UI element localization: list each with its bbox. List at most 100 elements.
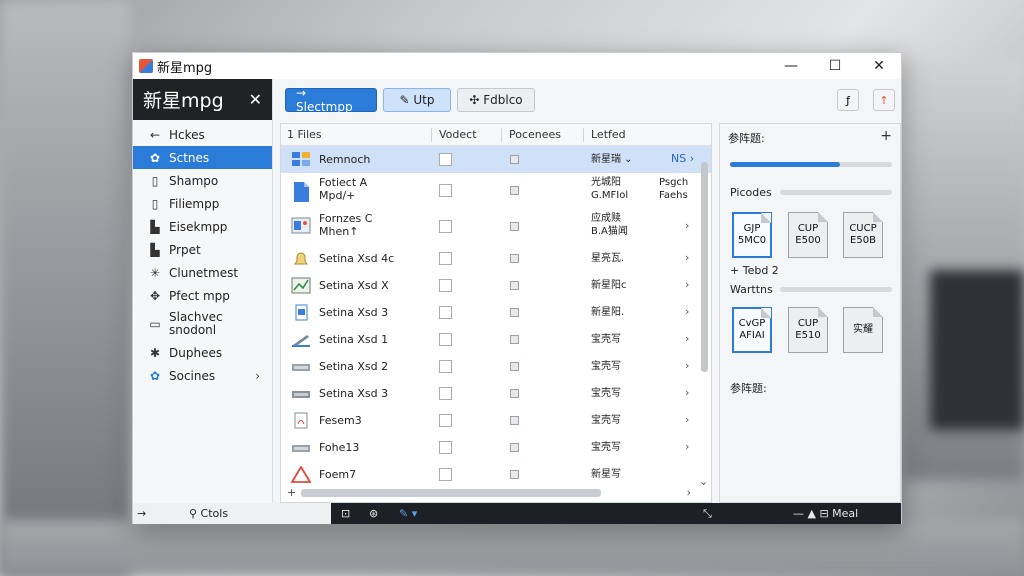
maximize-button[interactable]: ☐ (813, 53, 857, 79)
close-window-button[interactable]: ✕ (857, 53, 901, 79)
column-header-pocenees[interactable]: Pocenees (509, 128, 561, 141)
table-row[interactable]: Setina Xsd 4c 星亮瓦. › (281, 245, 711, 272)
sidebar-item-socines[interactable]: ✿ Socines › (133, 364, 272, 387)
forward-arrow-icon[interactable]: → (137, 507, 146, 520)
column-header-vodect[interactable]: Vodect (439, 128, 477, 141)
table-row[interactable]: Setina Xsd 2 宝壳写 › (281, 353, 711, 380)
row-checkbox[interactable] (439, 360, 452, 373)
row-expand[interactable]: NS › (671, 152, 694, 165)
thumbnail-label-line2: AFIAI (739, 330, 765, 341)
upload-icon[interactable]: ↑ (873, 89, 895, 111)
file-thumbnail-selected[interactable]: CvGP AFIAI (732, 307, 772, 353)
row-toggle[interactable] (510, 186, 519, 195)
resize-icon[interactable]: ⤡ (703, 507, 712, 521)
sidebar-item-clunetmest[interactable]: ✳ Clunetmest (133, 261, 272, 284)
sidebar-item-slachvec[interactable]: ▭ Slachvec snodonl (133, 307, 272, 341)
row-toggle[interactable] (510, 222, 519, 231)
chevron-right-icon[interactable]: › (255, 369, 260, 383)
row-toggle[interactable] (510, 416, 519, 425)
table-row[interactable]: Setina Xsd 3 宝壳写 › (281, 380, 711, 407)
row-toggle[interactable] (510, 281, 519, 290)
sidebar-item-prpet[interactable]: ▙ Prpet (133, 238, 272, 261)
table-row[interactable]: Fotiect A Mpd/+ 光城阳 G.MFIol Psgch Faehs (281, 173, 711, 209)
sidebar-close-icon[interactable]: ✕ (249, 90, 262, 109)
chevron-right-icon[interactable]: › (685, 305, 689, 318)
row-checkbox[interactable] (439, 468, 452, 481)
sidebar-item-scenes[interactable]: ✿ Sctnes (133, 146, 272, 169)
table-row[interactable]: Fohe13 宝壳写 › (281, 434, 711, 461)
row-toggle[interactable] (510, 470, 519, 479)
sidebar-item-eisekmpp[interactable]: ▙ Eisekmpp (133, 215, 272, 238)
column-header-files[interactable]: 1 Files (287, 128, 322, 141)
row-toggle[interactable] (510, 335, 519, 344)
sidebar-item-label-line2: snodonl (169, 323, 217, 337)
chevron-right-icon[interactable]: › (685, 278, 689, 291)
scroll-right-icon[interactable]: › (687, 486, 691, 499)
row-checkbox[interactable] (439, 220, 452, 233)
row-checkbox[interactable] (439, 153, 452, 166)
pen-dropdown-icon[interactable]: ✎ ▾ (399, 507, 417, 520)
sidebar-item-shampo[interactable]: ▯ Shampo (133, 169, 272, 192)
table-row[interactable]: Setina Xsd 3 新星阳. › (281, 299, 711, 326)
select-button[interactable]: → Slectmpp (285, 86, 377, 114)
edit-button[interactable]: ✎ Utp (383, 88, 451, 112)
thumbnail-label-line2: E50B (850, 235, 876, 246)
row-toggle[interactable] (510, 308, 519, 317)
scroll-left-icon[interactable]: + (287, 486, 296, 499)
row-checkbox[interactable] (439, 252, 452, 265)
table-row[interactable]: Fesem3 宝壳写 › (281, 407, 711, 434)
sidebar-item-filiempp[interactable]: ▯ Filiempp (133, 192, 272, 215)
file-thumbnail[interactable]: 实耀 (843, 307, 883, 353)
file-thumbnail-selected[interactable]: GJP 5MC0 (732, 212, 772, 258)
chevron-right-icon[interactable]: › (685, 332, 689, 345)
chevron-right-icon[interactable]: › (685, 386, 689, 399)
function-icon[interactable]: ƒ (837, 89, 859, 111)
row-label: 宝壳写 (591, 361, 621, 372)
table-row[interactable]: Setina Xsd X 新星阳c › (281, 272, 711, 299)
picture-icon (291, 217, 311, 234)
row-checkbox[interactable] (439, 387, 452, 400)
row-toggle[interactable] (510, 362, 519, 371)
minimize-button[interactable]: — (769, 53, 813, 79)
chevron-right-icon[interactable]: › (685, 219, 689, 232)
file-thumbnail[interactable]: CUP E510 (788, 307, 828, 353)
horizontal-scrollbar[interactable]: + › (285, 486, 697, 500)
sidebar-item-duphees[interactable]: ✱ Duphees (133, 341, 272, 364)
row-checkbox[interactable] (439, 441, 452, 454)
flower-icon: ✿ (149, 368, 161, 383)
column-header-letfed[interactable]: Letfed (591, 128, 626, 141)
file-thumbnail[interactable]: CUP E500 (788, 212, 828, 258)
row-checkbox[interactable] (439, 333, 452, 346)
row-checkbox[interactable] (439, 279, 452, 292)
search-tools-button[interactable]: ⚲ Ctols (189, 507, 228, 520)
table-row[interactable]: Fornzes C Mhen↑ 应成赎 B.A猫闻 › (281, 209, 711, 245)
chevron-right-icon[interactable]: › (685, 359, 689, 372)
sidebar-item-back[interactable]: ← Hckes (133, 123, 272, 146)
row-checkbox[interactable] (439, 306, 452, 319)
file-thumbnail[interactable]: CUCP E50B (843, 212, 883, 258)
globe-icon[interactable]: ⊛ (369, 507, 378, 520)
row-toggle[interactable] (510, 254, 519, 263)
table-row[interactable]: Remnoch 新星瑞 ⌄ NS › (281, 146, 711, 173)
sidebar-item-pfect[interactable]: ✥ Pfect mpp (133, 284, 272, 307)
frame-icon[interactable]: ⊡ (341, 507, 350, 520)
row-toggle[interactable] (510, 155, 519, 164)
row-toggle[interactable] (510, 443, 519, 452)
row-checkbox[interactable] (439, 414, 452, 427)
folder-button[interactable]: ✣ Fdblco (457, 88, 535, 112)
add-table-link[interactable]: + Tebd 2 (730, 264, 779, 277)
sidebar-item-label-line1: Slachvec (169, 310, 223, 324)
chevron-right-icon[interactable]: › (685, 251, 689, 264)
add-icon[interactable]: + (880, 128, 892, 144)
table-row[interactable]: Foem7 新星写 ⌄ (281, 461, 711, 488)
row-name: Fotiect A Mpd/+ (319, 176, 367, 202)
row-checkbox[interactable] (439, 184, 452, 197)
table-row[interactable]: Setina Xsd 1 宝壳写 › (281, 326, 711, 353)
row-toggle[interactable] (510, 389, 519, 398)
chevron-right-icon[interactable]: › (685, 413, 689, 426)
row-label-line2: B.A猫闻 (591, 226, 628, 237)
vertical-scrollbar[interactable] (699, 148, 709, 478)
scroll-thumb[interactable] (701, 162, 708, 372)
chevron-right-icon[interactable]: › (685, 440, 689, 453)
scroll-thumb[interactable] (301, 489, 601, 497)
